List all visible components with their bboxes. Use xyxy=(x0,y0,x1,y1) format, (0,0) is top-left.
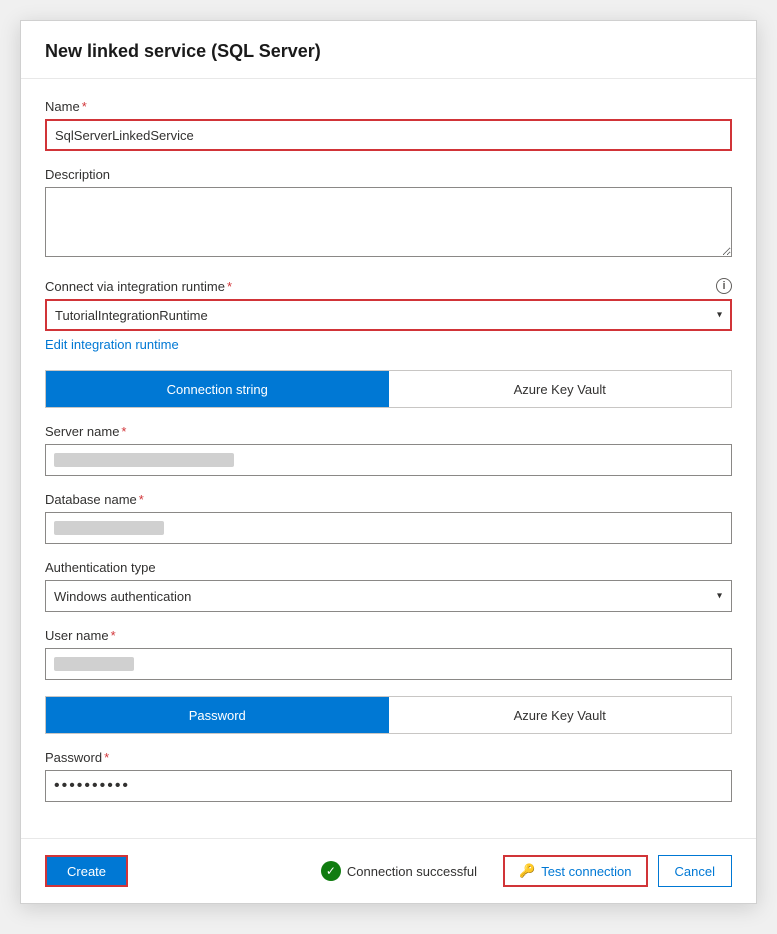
name-label: Name* xyxy=(45,99,732,114)
auth-type-group: Authentication type Windows authenticati… xyxy=(45,560,732,612)
password-tab[interactable]: Password xyxy=(46,697,389,733)
connection-success-indicator: ✓ Connection successful xyxy=(321,861,477,881)
auth-type-select[interactable]: Windows authentication SQL authenticatio… xyxy=(45,580,732,612)
auth-type-select-wrapper: Windows authentication SQL authenticatio… xyxy=(45,580,732,612)
azure-key-vault-tab[interactable]: Azure Key Vault xyxy=(389,371,732,407)
password-input[interactable] xyxy=(45,770,732,802)
connection-success-text: Connection successful xyxy=(347,864,477,879)
info-icon[interactable]: i xyxy=(716,278,732,294)
footer-left: Create xyxy=(45,855,128,887)
test-connection-label: Test connection xyxy=(541,864,631,879)
user-name-group: User name* xyxy=(45,628,732,680)
dialog-footer: Create ✓ Connection successful 🔑 Test co… xyxy=(21,838,756,903)
auth-type-label: Authentication type xyxy=(45,560,732,575)
name-group: Name* xyxy=(45,99,732,151)
runtime-select[interactable]: TutorialIntegrationRuntime xyxy=(45,299,732,331)
dialog-body: Name* Description Connect via integratio… xyxy=(21,79,756,838)
dialog-title: New linked service (SQL Server) xyxy=(45,41,732,62)
runtime-label: Connect via integration runtime* xyxy=(45,279,232,294)
edit-runtime-link[interactable]: Edit integration runtime xyxy=(45,337,179,352)
runtime-group: Connect via integration runtime* i Tutor… xyxy=(45,278,732,354)
name-input[interactable] xyxy=(45,119,732,151)
key-icon: 🔑 xyxy=(519,863,535,879)
server-name-label: Server name* xyxy=(45,424,732,439)
database-name-input-container[interactable] xyxy=(45,512,732,544)
new-linked-service-dialog: New linked service (SQL Server) Name* De… xyxy=(20,20,757,904)
create-button[interactable]: Create xyxy=(45,855,128,887)
database-name-placeholder xyxy=(54,521,164,535)
password-label: Password* xyxy=(45,750,732,765)
description-group: Description xyxy=(45,167,732,262)
footer-right: ✓ Connection successful 🔑 Test connectio… xyxy=(321,855,732,887)
runtime-header-row: Connect via integration runtime* i xyxy=(45,278,732,294)
description-input[interactable] xyxy=(45,187,732,257)
server-name-group: Server name* xyxy=(45,424,732,476)
runtime-select-wrapper: TutorialIntegrationRuntime ▾ xyxy=(45,299,732,331)
database-name-group: Database name* xyxy=(45,492,732,544)
connection-tab-group: Connection string Azure Key Vault xyxy=(45,370,732,408)
cancel-button[interactable]: Cancel xyxy=(658,855,732,887)
server-name-placeholder xyxy=(54,453,234,467)
test-connection-button[interactable]: 🔑 Test connection xyxy=(503,855,648,887)
user-name-placeholder xyxy=(54,657,134,671)
password-group: Password* xyxy=(45,750,732,802)
password-azure-key-vault-tab[interactable]: Azure Key Vault xyxy=(389,697,732,733)
connection-string-tab[interactable]: Connection string xyxy=(46,371,389,407)
user-name-input-container[interactable] xyxy=(45,648,732,680)
dialog-header: New linked service (SQL Server) xyxy=(21,21,756,79)
database-name-label: Database name* xyxy=(45,492,732,507)
user-name-label: User name* xyxy=(45,628,732,643)
server-name-input-container[interactable] xyxy=(45,444,732,476)
success-check-icon: ✓ xyxy=(321,861,341,881)
password-tab-group: Password Azure Key Vault xyxy=(45,696,732,734)
description-label: Description xyxy=(45,167,732,182)
